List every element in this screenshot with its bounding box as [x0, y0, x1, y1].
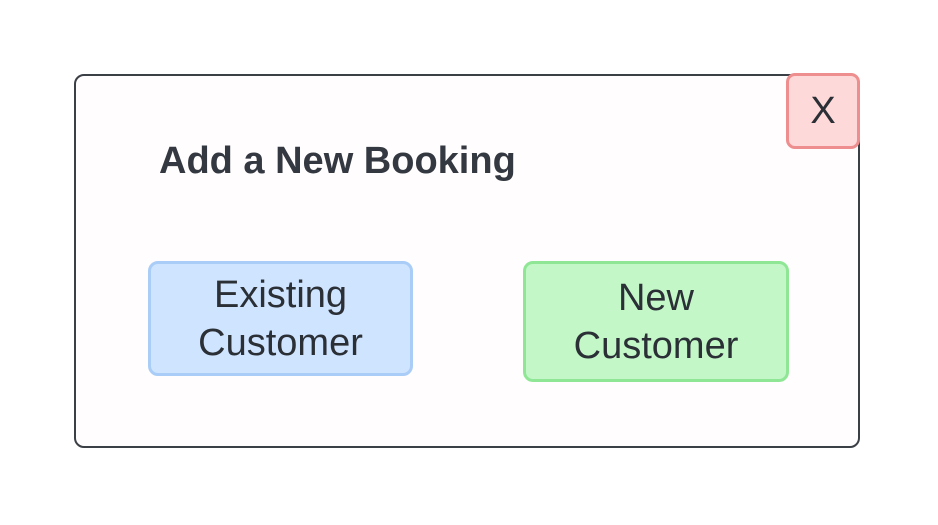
close-icon: X	[810, 90, 836, 132]
screen: X Add a New Booking Existing Customer Ne…	[0, 0, 938, 525]
dialog-title: Add a New Booking	[159, 140, 516, 182]
existing-customer-label-line2: Customer	[198, 321, 363, 364]
existing-customer-label-line1: Existing	[213, 273, 348, 316]
close-button[interactable]: X	[786, 73, 860, 149]
new-customer-button[interactable]: New Customer	[523, 261, 789, 382]
existing-customer-button[interactable]: Existing Customer	[148, 261, 413, 376]
new-customer-label-line1: New	[617, 276, 695, 319]
new-customer-label-line2: Customer	[573, 324, 739, 367]
